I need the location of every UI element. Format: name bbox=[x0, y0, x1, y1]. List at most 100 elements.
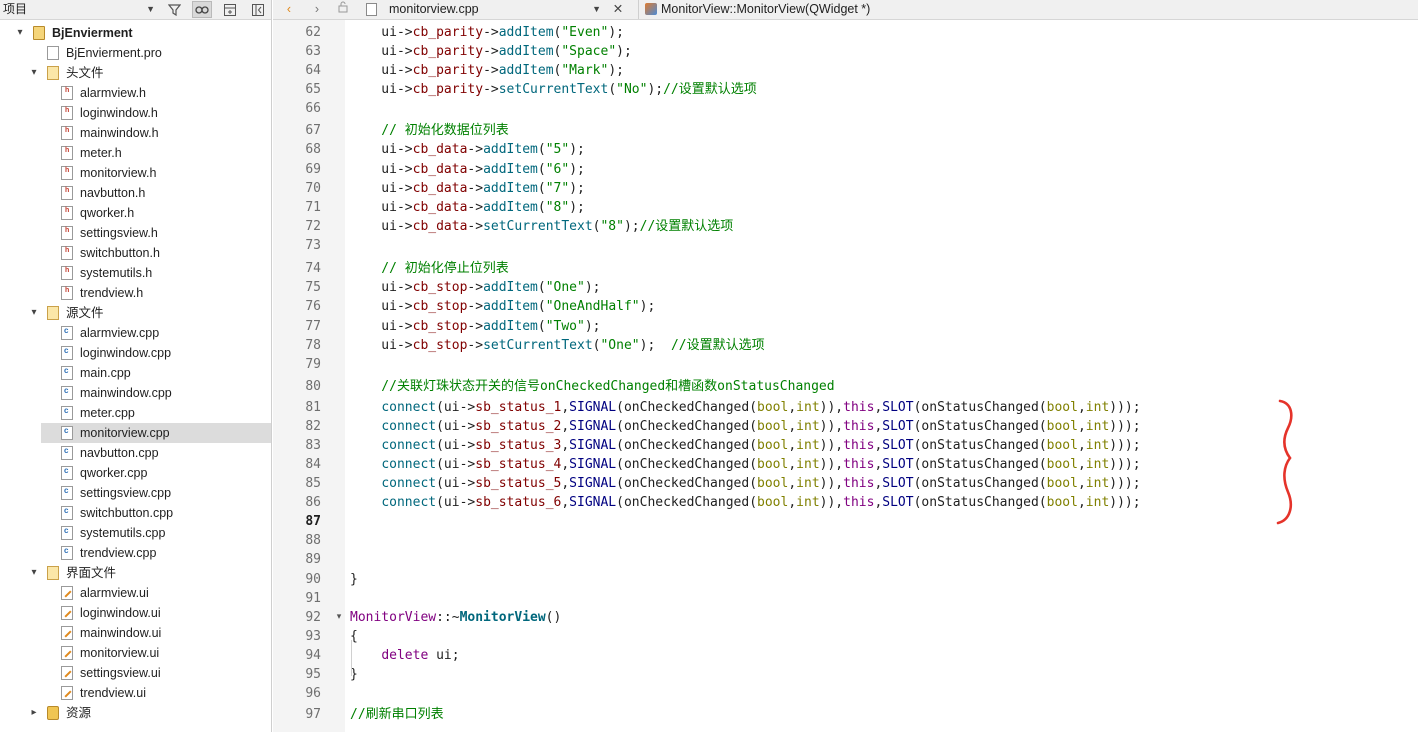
header-file-icon bbox=[61, 121, 73, 141]
tree-item-label: monitorview.h bbox=[80, 166, 157, 180]
tree-item-label: main.cpp bbox=[80, 366, 131, 380]
tree-item-label: loginwindow.cpp bbox=[80, 346, 172, 360]
cpp-file-icon bbox=[61, 441, 73, 461]
tree-item[interactable]: systemutils.h bbox=[0, 261, 271, 283]
tree-item[interactable]: loginwindow.ui bbox=[0, 603, 271, 623]
current-symbol: MonitorView::MonitorView(QWidget *) bbox=[661, 2, 871, 16]
fold-icon[interactable]: ▾ bbox=[333, 608, 345, 627]
tree-item[interactable]: monitorview.h bbox=[0, 161, 271, 183]
tree-item[interactable]: monitorview.ui bbox=[0, 643, 271, 663]
tree-item[interactable]: mainwindow.cpp bbox=[0, 381, 271, 403]
cpp-file-icon bbox=[61, 361, 73, 381]
tree-item[interactable]: monitorview.cpp bbox=[41, 421, 271, 443]
tree-item-label: 头文件 bbox=[66, 66, 104, 80]
code-line: ui->cb_parity->addItem("Mark"); bbox=[350, 63, 624, 78]
function-symbol-icon bbox=[645, 3, 657, 15]
line-number: 82 bbox=[305, 419, 321, 434]
filter-icon[interactable] bbox=[164, 1, 184, 18]
tree-item[interactable]: alarmview.cpp bbox=[0, 321, 271, 343]
tree-item[interactable]: main.cpp bbox=[0, 361, 271, 383]
code-line: ui->cb_stop->addItem("One"); bbox=[350, 280, 601, 295]
link-icon[interactable] bbox=[192, 1, 212, 18]
tree-item[interactable]: qworker.h bbox=[0, 201, 271, 223]
close-icon[interactable]: ✕ bbox=[608, 0, 628, 19]
tree-item-label: loginwindow.ui bbox=[80, 606, 161, 620]
tree-item[interactable]: systemutils.cpp bbox=[0, 521, 271, 543]
line-number: 88 bbox=[305, 533, 321, 548]
tree-item[interactable]: alarmview.h bbox=[0, 81, 271, 103]
code-line: connect(ui->sb_status_3,SIGNAL(onChecked… bbox=[381, 438, 1141, 453]
close-sidebar-icon[interactable] bbox=[248, 1, 268, 18]
header-file-icon bbox=[61, 141, 73, 161]
line-number: 72 bbox=[305, 219, 321, 234]
tree-item-label: trendview.cpp bbox=[80, 546, 157, 560]
tree-item[interactable]: qworker.cpp bbox=[0, 461, 271, 483]
line-number: 64 bbox=[305, 63, 321, 78]
tree-item-label: systemutils.cpp bbox=[80, 526, 166, 540]
tree-item-label: 资源 bbox=[66, 706, 92, 720]
code-line: ui->cb_data->addItem("6"); bbox=[350, 162, 585, 177]
chevron-down-icon: ▼ bbox=[592, 4, 601, 14]
cpp-file-icon bbox=[61, 521, 73, 541]
symbol-selector[interactable]: MonitorView::MonitorView(QWidget *) bbox=[638, 0, 870, 19]
ui-file-icon bbox=[61, 606, 73, 620]
back-icon[interactable]: ‹ bbox=[279, 0, 299, 19]
cpp-file-icon bbox=[61, 381, 73, 401]
header-file-icon bbox=[61, 221, 73, 241]
tree-item[interactable]: navbutton.h bbox=[0, 181, 271, 203]
header-file-icon bbox=[61, 81, 73, 101]
line-number: 75 bbox=[305, 280, 321, 295]
forward-icon[interactable]: › bbox=[307, 0, 327, 19]
expand-icon[interactable]: ▾ bbox=[14, 23, 26, 43]
tree-item[interactable]: alarmview.ui bbox=[0, 583, 271, 603]
line-number: 89 bbox=[305, 552, 321, 567]
tree-item[interactable]: navbutton.cpp bbox=[0, 441, 271, 463]
expand-icon[interactable]: ▾ bbox=[28, 303, 40, 323]
cpp-file-icon bbox=[61, 401, 73, 421]
view-selector[interactable]: 项目 ▼ bbox=[0, 0, 158, 19]
code-line: ui->cb_stop->addItem("Two"); bbox=[350, 319, 601, 334]
tree-item[interactable]: switchbutton.h bbox=[0, 241, 271, 263]
code-line: ui->cb_stop->addItem("OneAndHalf"); bbox=[350, 299, 656, 314]
line-number: 78 bbox=[305, 338, 321, 353]
collapse-icon[interactable]: ▸ bbox=[28, 703, 40, 723]
open-file-selector[interactable]: monitorview.cpp ▼ bbox=[363, 0, 603, 19]
add-split-icon[interactable] bbox=[220, 1, 240, 18]
tree-item[interactable]: trendview.cpp bbox=[0, 541, 271, 563]
tree-item[interactable]: settingsview.cpp bbox=[0, 481, 271, 503]
tree-item[interactable]: loginwindow.cpp bbox=[0, 341, 271, 363]
line-number: 79 bbox=[305, 357, 321, 372]
tree-item[interactable]: meter.cpp bbox=[0, 401, 271, 423]
code-line: delete ui; bbox=[381, 648, 460, 663]
tree-item[interactable]: settingsview.ui bbox=[0, 663, 271, 683]
line-number: 94 bbox=[305, 648, 321, 663]
tree-item[interactable]: trendview.ui bbox=[0, 683, 271, 703]
lock-icon[interactable] bbox=[333, 0, 353, 19]
code-line: //刷新串口列表 bbox=[350, 707, 444, 722]
tree-item[interactable]: ▾ BjEnvierment bbox=[0, 23, 271, 43]
tree-item-label: settingsview.cpp bbox=[80, 486, 172, 500]
tree-item-label: loginwindow.h bbox=[80, 106, 158, 120]
tree-item[interactable]: ▾ 界面文件 bbox=[0, 563, 271, 583]
tree-item[interactable]: switchbutton.cpp bbox=[0, 501, 271, 523]
tree-item[interactable]: settingsview.h bbox=[0, 221, 271, 243]
code-line: } bbox=[350, 572, 358, 587]
line-number: 73 bbox=[305, 238, 321, 253]
code-line: ui->cb_data->addItem("7"); bbox=[350, 181, 585, 196]
tree-item[interactable]: mainwindow.h bbox=[0, 121, 271, 143]
tree-item[interactable]: ▾ 头文件 bbox=[0, 63, 271, 83]
tree-item[interactable]: loginwindow.h bbox=[0, 101, 271, 123]
tree-item-label: BjEnvierment bbox=[52, 26, 133, 40]
tree-item[interactable]: mainwindow.ui bbox=[0, 623, 271, 643]
expand-icon[interactable]: ▾ bbox=[28, 63, 40, 83]
tree-item[interactable]: ▸ 资源 bbox=[0, 703, 271, 723]
editor-toolbar: ‹ › monitorview.cpp ▼ ✕ MonitorView::Mon… bbox=[273, 0, 1418, 20]
tree-item[interactable]: BjEnvierment.pro bbox=[0, 43, 271, 63]
line-number: 77 bbox=[305, 319, 321, 334]
tree-item[interactable]: trendview.h bbox=[0, 281, 271, 303]
tree-item[interactable]: meter.h bbox=[0, 141, 271, 163]
expand-icon[interactable]: ▾ bbox=[28, 563, 40, 583]
line-number: 70 bbox=[305, 181, 321, 196]
tree-item-label: mainwindow.h bbox=[80, 126, 159, 140]
tree-item[interactable]: ▾ 源文件 bbox=[0, 303, 271, 323]
